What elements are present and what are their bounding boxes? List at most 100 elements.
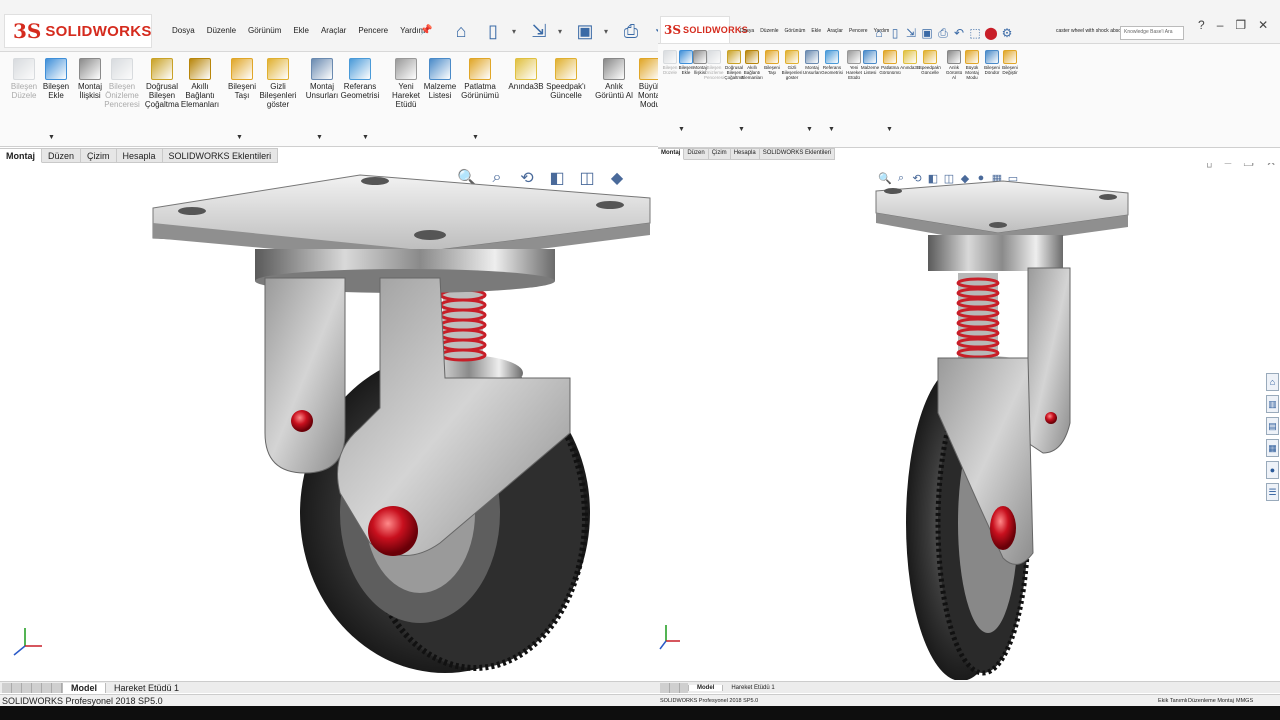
chevron-down-icon[interactable]: ▼: [48, 134, 55, 141]
ribbon-gizli-bileşenleri-göster-button[interactable]: Gizli Bileşenleri göster: [258, 58, 298, 109]
menu-ekle[interactable]: Ekle: [811, 28, 821, 34]
menu-pencere[interactable]: Pencere: [358, 26, 388, 35]
ribbon-patlatma-görünümü-button[interactable]: Patlatma Görünümü: [879, 50, 901, 76]
undo-icon[interactable]: ↶: [650, 18, 658, 44]
ribbon-anlık-görüntü-al-button[interactable]: Anlık Görüntü Al: [944, 50, 964, 81]
ribbon-bileşeni-değiştir-button[interactable]: Bileşeni Değiştir: [1000, 50, 1020, 76]
ribbon-montaj-unsurları-button[interactable]: Montaj Unsurları: [802, 50, 822, 76]
tab-hesapla[interactable]: Hesapla: [116, 148, 163, 163]
close-icon[interactable]: ✕: [1258, 18, 1268, 32]
minimize-icon[interactable]: –: [1217, 18, 1224, 32]
tab-model[interactable]: Model: [688, 684, 723, 691]
ribbon-gizli-bileşenleri-göster-button[interactable]: Gizli Bileşenleri göster: [782, 50, 802, 81]
print-icon[interactable]: ⎙: [618, 18, 644, 44]
graphics-area[interactable]: 🔍 ⌕ ⟲ ◧ ◫ ◆: [0, 163, 658, 680]
ribbon-malzeme-listesi-button[interactable]: Malzeme Listesi: [860, 50, 880, 76]
chevron-down-icon[interactable]: ▼: [236, 134, 243, 141]
tab-model[interactable]: Model: [62, 682, 105, 693]
home-icon[interactable]: ⌂: [872, 20, 886, 46]
menu-gorunum[interactable]: Görünüm: [785, 28, 806, 34]
caster-wheel-model[interactable]: [0, 163, 658, 680]
ribbon-büyük-montaj-modu-button[interactable]: Büyük Montaj Modu: [962, 50, 982, 81]
select-arrow-icon[interactable]: ⬚: [968, 20, 982, 46]
ribbon-bileşeni-döndür-button[interactable]: Bileşeni Döndür: [982, 50, 1002, 76]
ribbon-anında3b-button[interactable]: Anında3B: [900, 50, 920, 71]
restore-icon[interactable]: ❐: [1235, 18, 1246, 32]
ribbon-referans-geometrisi-button[interactable]: Referans Geometrisi: [340, 58, 380, 101]
pin-icon[interactable]: 📌: [420, 25, 432, 36]
print-icon[interactable]: ⎙: [936, 20, 950, 46]
tab-eklentiler[interactable]: SOLIDWORKS Eklentileri: [759, 148, 836, 160]
save-icon[interactable]: ▣: [920, 20, 934, 46]
ribbon-malzeme-listesi-button[interactable]: Malzeme Listesi: [420, 58, 460, 101]
help-icon[interactable]: ?: [1198, 18, 1205, 32]
chevron-down-icon[interactable]: ▾: [512, 21, 520, 41]
ribbon-bileşeni-taşı-button[interactable]: Bileşeni Taşı: [762, 50, 782, 76]
ribbon-montaj-unsurları-button[interactable]: Montaj Unsurları: [302, 58, 342, 101]
tab-duzen[interactable]: Düzen: [684, 148, 709, 160]
palette-icon[interactable]: ▦: [1266, 439, 1279, 457]
menu-pencere[interactable]: Pencere: [849, 28, 868, 34]
new-document-icon[interactable]: ▯: [888, 20, 902, 46]
chevron-down-icon[interactable]: ▼: [316, 134, 323, 141]
library-icon[interactable]: ▥: [1266, 395, 1279, 413]
chevron-down-icon[interactable]: ▼: [828, 126, 835, 133]
chevron-down-icon[interactable]: ▼: [886, 126, 893, 133]
ribbon-akıllı-bağlantı-elemanları-button[interactable]: Akıllı Bağlantı Elemanları: [180, 58, 220, 109]
chevron-down-icon[interactable]: ▼: [806, 126, 813, 133]
ribbon-speedpak-ı-güncelle-button[interactable]: Speedpak'ı Güncelle: [919, 50, 941, 76]
menu-gorunum[interactable]: Görünüm: [248, 26, 281, 35]
home-icon[interactable]: ⌂: [1266, 373, 1279, 391]
options-gear-icon[interactable]: ⚙: [1000, 20, 1014, 46]
menu-duzenle[interactable]: Düzenle: [207, 26, 236, 35]
tab-motion-study[interactable]: Hareket Etüdü 1: [105, 682, 187, 693]
ribbon-bileşen-önizleme-penceresi-button[interactable]: Bileşen Önizleme Penceresi: [704, 50, 724, 81]
new-document-icon[interactable]: ▯: [480, 18, 506, 44]
chevron-down-icon[interactable]: ▼: [362, 134, 369, 141]
menu-araclar[interactable]: Araçlar: [321, 26, 346, 35]
chevron-down-icon[interactable]: ▼: [738, 126, 745, 133]
search-input[interactable]: Knowledge Base'i Ara: [1120, 26, 1184, 40]
ribbon-akıllı-bağlantı-elemanları-button[interactable]: Akıllı Bağlantı Elemanları: [741, 50, 763, 81]
tab-eklentiler[interactable]: SOLIDWORKS Eklentileri: [162, 148, 279, 163]
undo-icon[interactable]: ↶: [952, 20, 966, 46]
solidworks-logo[interactable]: 3S SOLIDWORKS: [4, 14, 152, 48]
rebuild-icon[interactable]: ⬤: [984, 20, 998, 46]
tab-scroll-arrows[interactable]: [660, 682, 688, 693]
home-icon[interactable]: ⌂: [448, 18, 474, 44]
ribbon-anlık-görüntü-al-button[interactable]: Anlık Görüntü Al: [594, 58, 634, 101]
graphics-area[interactable]: 🔍 ⌕ ⟲ ◧ ◫ ◆ ● ▦ ▭ ▯ – ❐ ✕: [658, 163, 1280, 680]
tab-scroll-arrows[interactable]: [2, 682, 62, 693]
menu-duzenle[interactable]: Düzenle: [760, 28, 778, 34]
menu-dosya[interactable]: Dosya: [172, 26, 195, 35]
ribbon-referans-geometrisi-button[interactable]: Referans Geometrisi: [821, 50, 843, 76]
ribbon-anında3b-button[interactable]: Anında3B: [506, 58, 546, 92]
tab-montaj[interactable]: Montaj: [658, 148, 685, 160]
file-explorer-icon[interactable]: ▤: [1266, 417, 1279, 435]
menu-araclar[interactable]: Araçlar: [827, 28, 843, 34]
caster-wheel-model[interactable]: [658, 163, 1280, 680]
tab-hesapla[interactable]: Hesapla: [730, 148, 760, 160]
appearances-icon[interactable]: ●: [1266, 461, 1279, 479]
chevron-down-icon[interactable]: ▾: [558, 21, 566, 41]
tab-duzen[interactable]: Düzen: [42, 148, 82, 163]
tab-montaj[interactable]: Montaj: [0, 148, 42, 163]
save-icon[interactable]: ▣: [572, 18, 598, 44]
chevron-down-icon[interactable]: ▼: [678, 126, 685, 133]
custom-properties-icon[interactable]: ☰: [1266, 483, 1279, 501]
ribbon-patlatma-görünümü-button[interactable]: Patlatma Görünümü: [460, 58, 500, 101]
chevron-down-icon[interactable]: ▼: [472, 134, 479, 141]
ribbon-bileşeni-taşı-button[interactable]: Bileşeni Taşı: [222, 58, 262, 101]
ribbon-doğrusal-bileşen-çoğaltma-button[interactable]: Doğrusal Bileşen Çoğaltma: [142, 58, 182, 109]
ribbon-bileşen-önizleme-penceresi-button[interactable]: Bileşen Önizleme Penceresi: [102, 58, 142, 109]
open-icon[interactable]: ⇲: [904, 20, 918, 46]
ribbon-speedpak-ı-güncelle-button[interactable]: Speedpak'ı Güncelle: [546, 58, 586, 101]
chevron-down-icon[interactable]: ▾: [604, 21, 612, 41]
open-icon[interactable]: ⇲: [526, 18, 552, 44]
tab-cizim[interactable]: Çizim: [708, 148, 731, 160]
ribbon-büyük-montaj-modu-button[interactable]: Büyük Montaj Modu: [630, 58, 658, 109]
tab-cizim[interactable]: Çizim: [81, 148, 117, 163]
tab-motion-study[interactable]: Hareket Etüdü 1: [722, 684, 782, 691]
solidworks-logo[interactable]: 3S SOLIDWORKS: [660, 16, 748, 44]
menu-dosya[interactable]: Dosya: [740, 28, 754, 34]
